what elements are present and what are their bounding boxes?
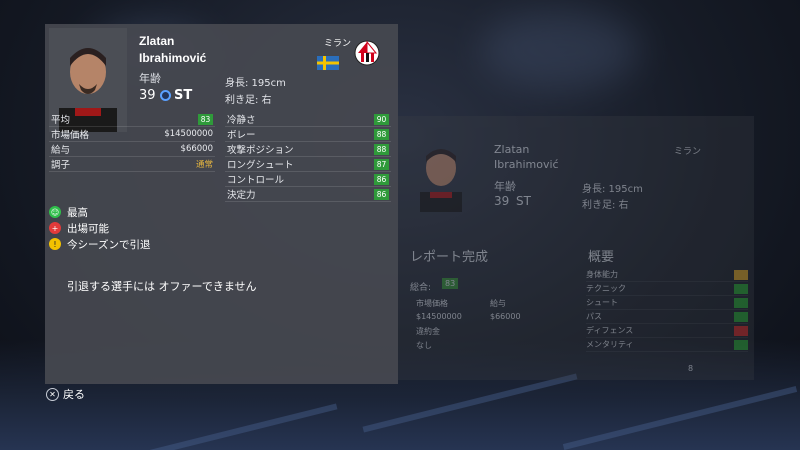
attribute-row: テクニック xyxy=(586,282,748,296)
preferred-foot: 利き足: 右 xyxy=(225,95,272,106)
attribute-badge: 88 xyxy=(374,143,389,155)
market-value: $14500000 xyxy=(416,312,462,321)
attribute-badge: 86 xyxy=(374,173,389,185)
age-label: 年齢 xyxy=(139,72,161,85)
attribute-label: 決定力 xyxy=(227,190,256,201)
wage-value: $66000 xyxy=(490,312,521,321)
attribute-label: 身体能力 xyxy=(586,270,618,279)
position: ST xyxy=(516,194,531,208)
back-label: 戻る xyxy=(63,388,85,401)
medical-icon: + xyxy=(49,222,61,234)
attribute-row: 身体能力 xyxy=(586,268,748,282)
attribute-row: コントロール 86 xyxy=(225,172,391,187)
stat-value: $66000 xyxy=(180,144,213,154)
attribute-label: コントロール xyxy=(227,175,285,186)
age-value: 39 xyxy=(139,88,156,103)
sweden-flag-icon xyxy=(317,56,339,70)
back-button[interactable]: ✕ 戻る xyxy=(46,386,85,402)
stat-row: 調子 通常 xyxy=(49,157,215,172)
player-card: Zlatan Ibrahimović 年齢 39 ST ミラン 身長: 195c… xyxy=(45,24,398,384)
attribute-label: ボレー xyxy=(227,130,256,141)
attribute-row: シュート xyxy=(586,296,748,310)
attribute-row: ロングシュート 87 xyxy=(225,157,391,172)
stat-label: 平均 xyxy=(51,115,71,126)
status-label: 今シーズンで引退 xyxy=(67,238,151,251)
report-title: レポート完成 xyxy=(410,250,489,265)
stat-label: 市場価格 xyxy=(51,130,90,141)
attribute-label: テクニック xyxy=(586,284,626,293)
overall-label: 総合: xyxy=(410,283,432,293)
player-name: Zlatan Ibrahimović xyxy=(494,143,559,171)
market-label: 市場価格 xyxy=(416,299,448,308)
status-item: + 出場可能 xyxy=(49,220,150,236)
height: 身長: 195cm xyxy=(225,78,286,89)
stat-row: 平均 83 xyxy=(49,112,215,127)
age-label: 年齢 xyxy=(494,180,516,193)
status-item: ☺ 最高 xyxy=(49,204,150,220)
stat-value: 83 xyxy=(198,113,213,125)
stat-label: 給与 xyxy=(51,145,71,156)
release-label: 違約金 xyxy=(416,327,440,336)
attribute-label: ディフェンス xyxy=(586,326,634,335)
status-label: 最高 xyxy=(67,206,88,219)
attribute-label: パス xyxy=(586,312,602,321)
attribute-rating-swatch xyxy=(734,269,748,280)
attribute-row: ボレー 88 xyxy=(225,127,391,142)
attribute-rating-swatch xyxy=(734,283,748,294)
summary-title: 概要 xyxy=(588,250,615,265)
player-last-name: Ibrahimović xyxy=(139,51,207,65)
key-attributes: 冷静さ 90 ボレー 88 攻撃ポジション 88 ロングシュート 87 コントロール 86 決定力 8… xyxy=(225,112,391,202)
stat-row: 給与 $66000 xyxy=(49,142,215,157)
attribute-label: 冷静さ xyxy=(227,115,256,126)
scout-report-card: Zlatan Ibrahimović 年齢 39 ST ミラン 身長: 195cm… xyxy=(398,116,754,380)
attribute-row: 冷静さ 90 xyxy=(225,112,391,127)
basic-stats: 平均 83 市場価格 $14500000 給与 $66000 調子 通常 xyxy=(49,112,215,172)
attribute-badge: 87 xyxy=(374,158,389,170)
attribute-rating-swatch xyxy=(734,297,748,308)
attribute-badge: 86 xyxy=(374,188,389,200)
page-indicator: 8 xyxy=(688,364,694,373)
status-label: 出場可能 xyxy=(67,222,109,235)
stat-row: 市場価格 $14500000 xyxy=(49,127,215,142)
attribute-row: パス xyxy=(586,310,748,324)
attribute-label: ロングシュート xyxy=(227,160,294,171)
attribute-label: シュート xyxy=(586,298,618,307)
warning-icon: ! xyxy=(49,238,61,250)
club-crest-icon xyxy=(354,40,380,66)
preferred-foot: 利き足: 右 xyxy=(582,200,629,211)
stat-value: $14500000 xyxy=(164,129,213,139)
club-name: ミラン xyxy=(324,39,352,49)
wage-label: 給与 xyxy=(490,299,506,308)
attribute-row: 決定力 86 xyxy=(225,187,391,202)
attribute-rating-swatch xyxy=(734,311,748,322)
attribute-row: 攻撃ポジション 88 xyxy=(225,142,391,157)
player-first-name: Zlatan xyxy=(139,34,175,48)
circle-button-icon: ✕ xyxy=(46,387,59,401)
overall-badge: 83 xyxy=(442,278,459,289)
attribute-rating-swatch xyxy=(734,339,748,350)
attribute-list: 身体能力テクニックシュートパスディフェンス メンタリティ xyxy=(586,268,748,352)
stat-value: 通常 xyxy=(195,160,213,170)
attribute-rating-swatch xyxy=(734,325,748,336)
position: ST xyxy=(174,88,193,103)
attribute-label: メンタリティ xyxy=(586,340,634,349)
position-icon xyxy=(160,90,171,101)
retirement-message: 引退する選手には オファーできません xyxy=(67,280,257,293)
smile-icon: ☺ xyxy=(49,206,61,218)
stat-label: 調子 xyxy=(51,160,71,171)
attribute-badge: 88 xyxy=(374,128,389,140)
attribute-row: ディフェンス xyxy=(586,324,748,338)
attribute-label: 攻撃ポジション xyxy=(227,145,294,156)
attribute-row: メンタリティ xyxy=(586,338,748,352)
height: 身長: 195cm xyxy=(582,184,643,195)
age-value: 39 xyxy=(494,194,510,208)
release-value: なし xyxy=(416,341,432,350)
status-item: ! 今シーズンで引退 xyxy=(49,236,150,252)
player-portrait xyxy=(420,149,462,212)
attribute-badge: 90 xyxy=(374,113,389,125)
club-name: ミラン xyxy=(674,147,702,157)
status-list: ☺ 最高 + 出場可能! 今シーズンで引退 xyxy=(49,204,150,252)
stadium-light xyxy=(480,10,640,90)
